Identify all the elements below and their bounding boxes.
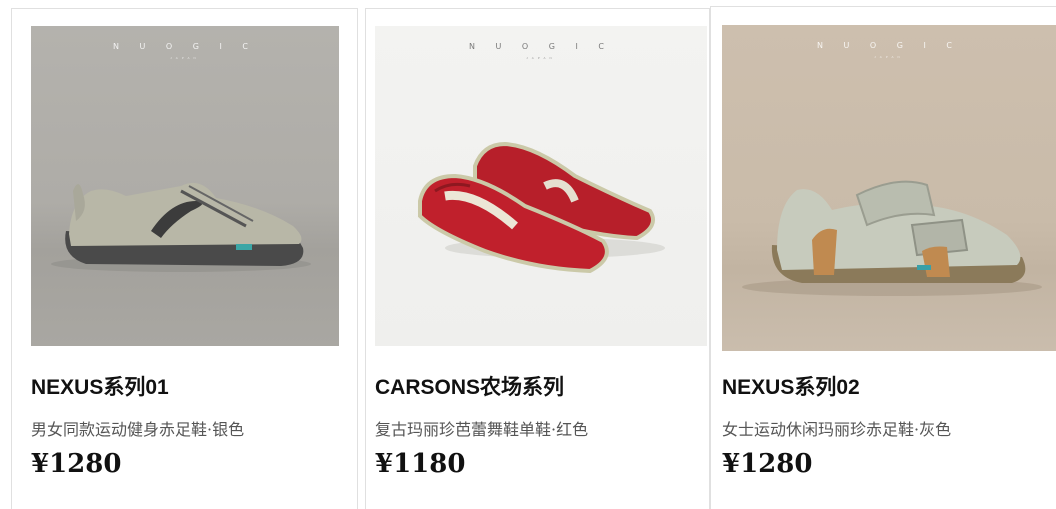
- product-image-red-mary-jane[interactable]: N U O G I C JAPAN: [375, 26, 707, 346]
- product-subtitle: 男女同款运动健身赤足鞋·银色: [31, 420, 245, 439]
- product-price: ¥1280: [722, 449, 813, 479]
- product-card-carsons[interactable]: N U O G I C JAPAN CARSONS农场系列 复古玛丽珍芭蕾舞鞋单…: [365, 8, 710, 509]
- silver-sneaker-illustration: [51, 182, 311, 272]
- product-subtitle: 复古玛丽珍芭蕾舞鞋单鞋·红色: [375, 420, 589, 439]
- product-title[interactable]: NEXUS系列02: [722, 371, 860, 401]
- product-card-nexus-01[interactable]: N U O G I C JAPAN NEXUS系列01 男女同款运动健身赤足鞋·…: [11, 8, 358, 509]
- product-subtitle: 女士运动休闲玛丽珍赤足鞋·灰色: [722, 420, 952, 439]
- product-image-silver-trail-shoe[interactable]: N U O G I C JAPAN: [31, 26, 339, 346]
- product-card-nexus-02[interactable]: N U O G I C JAPAN NEXUS系列02 女士运动休闲玛丽珍赤足鞋…: [710, 6, 1056, 509]
- product-price: ¥1280: [31, 449, 122, 479]
- product-title[interactable]: NEXUS系列01: [31, 371, 169, 401]
- red-mary-jane-illustration: [418, 141, 665, 274]
- grey-velcro-sneaker-illustration: [742, 180, 1042, 296]
- product-price: ¥1180: [375, 449, 466, 479]
- product-image-grey-mary-jane-sneaker[interactable]: N U O G I C JAPAN: [722, 25, 1056, 351]
- product-title[interactable]: CARSONS农场系列: [375, 371, 564, 401]
